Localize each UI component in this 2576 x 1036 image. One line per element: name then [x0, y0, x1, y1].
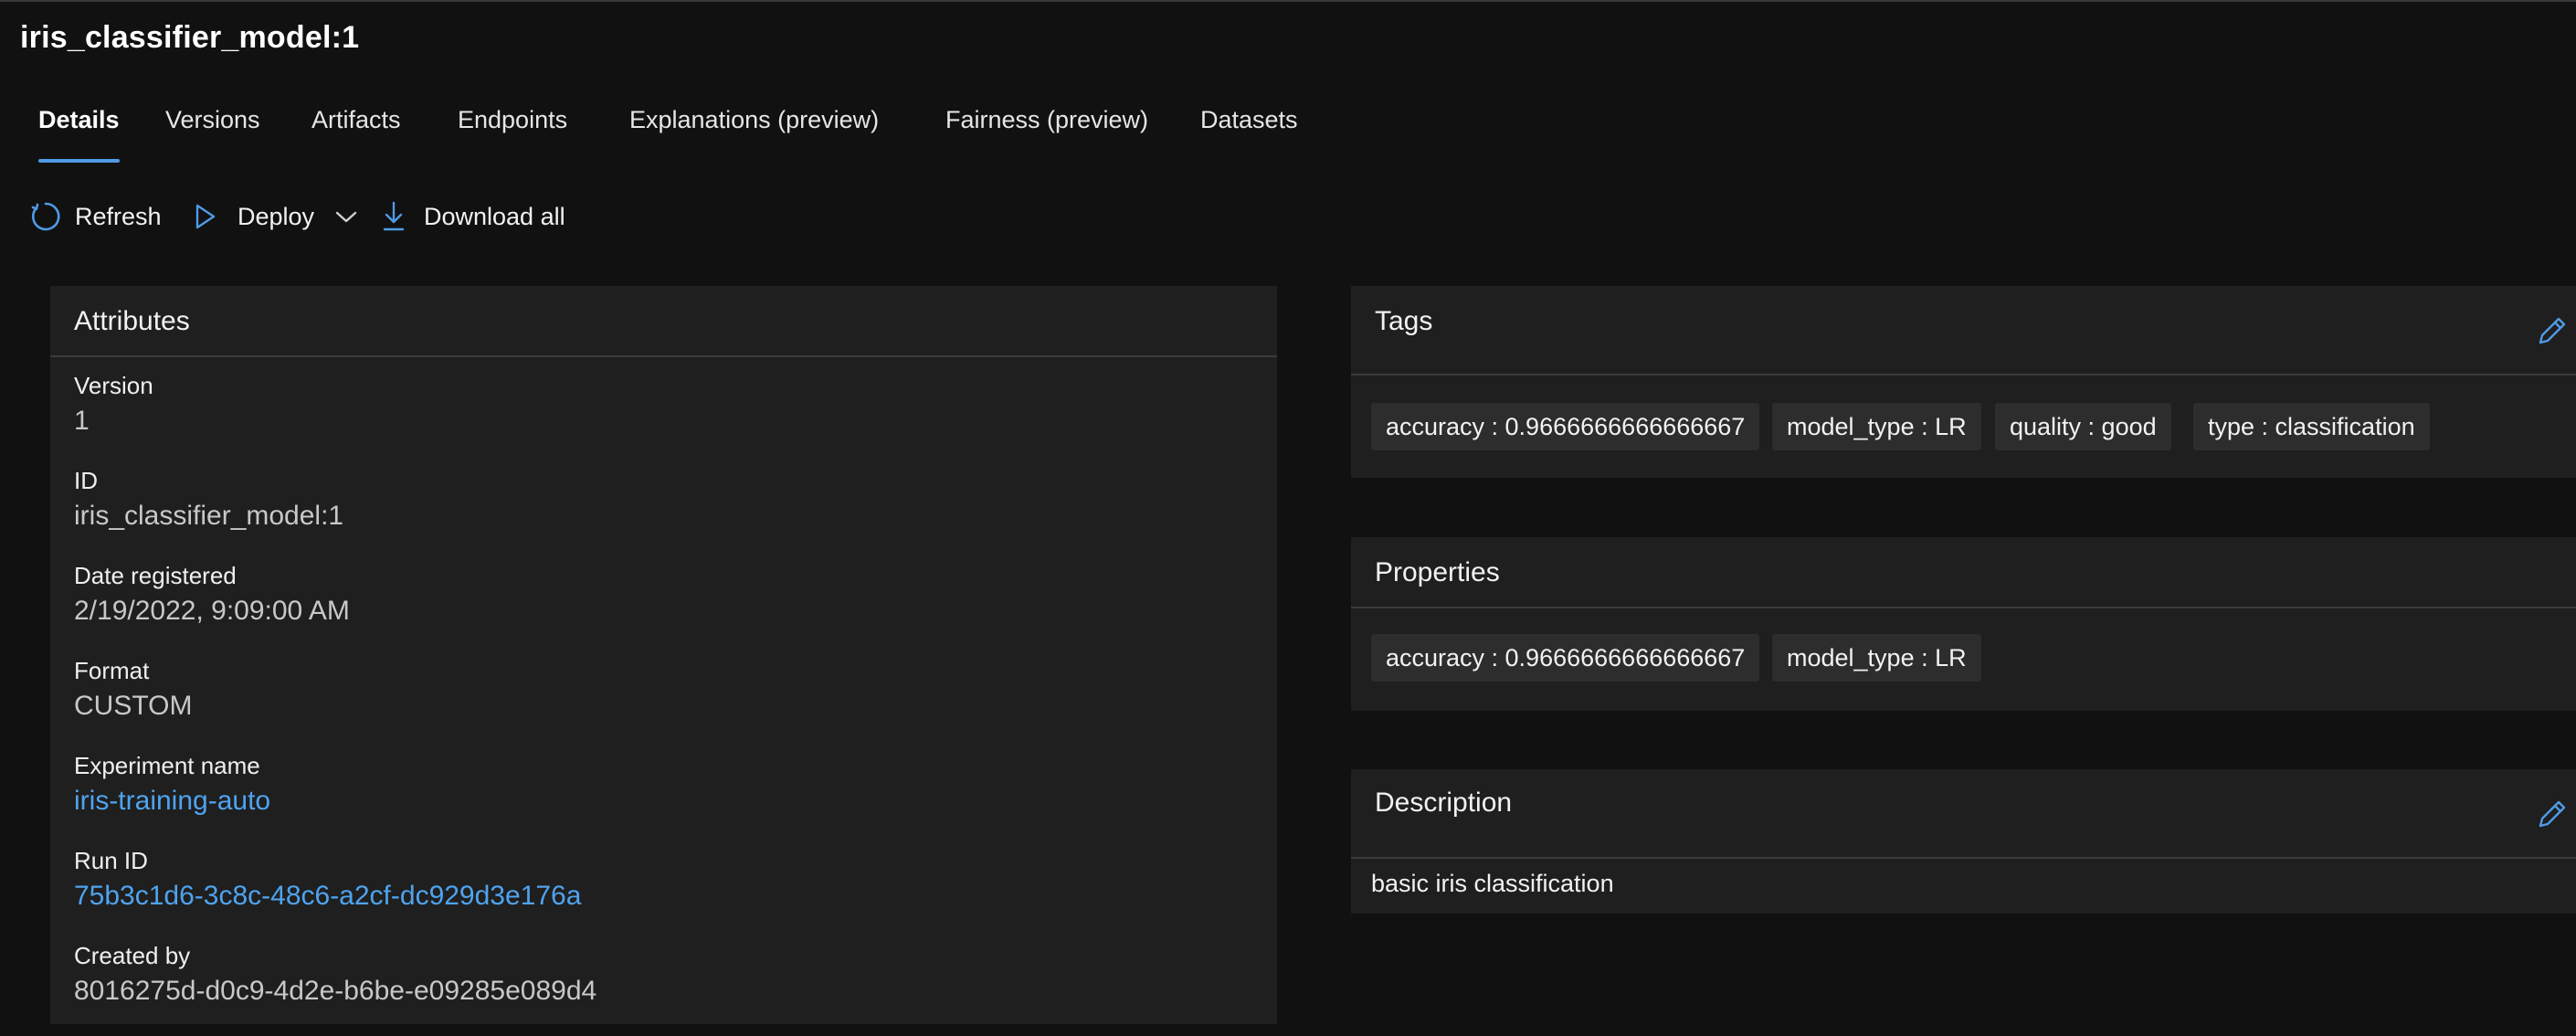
tab-fairness[interactable]: Fairness (preview): [945, 99, 1148, 163]
format-value: CUSTOM: [74, 691, 193, 721]
download-all-button[interactable]: Download all: [382, 194, 565, 239]
description-title: Description: [1375, 788, 1513, 818]
properties-title: Properties: [1375, 557, 1500, 587]
refresh-icon: [29, 200, 62, 233]
tab-datasets[interactable]: Datasets: [1200, 99, 1298, 163]
tab-artifacts[interactable]: Artifacts: [311, 99, 401, 163]
tab-fairness-label: Fairness (preview): [945, 106, 1149, 133]
created-by-value: 8016275d-d0c9-4d2e-b6be-e09285e089d4: [74, 976, 597, 1006]
tab-bar: Details Versions Artifacts Endpoints Exp…: [0, 99, 1370, 163]
description-header: Description: [1351, 769, 2576, 859]
experiment-name-link[interactable]: iris-training-auto: [74, 786, 270, 817]
tab-details-label: Details: [38, 106, 120, 133]
tab-artifacts-label: Artifacts: [311, 106, 401, 133]
date-registered-label: Date registered: [74, 562, 237, 589]
refresh-label: Refresh: [75, 202, 162, 230]
attributes-title: Attributes: [74, 306, 190, 336]
page-title: iris_classifier_model:1: [20, 20, 360, 55]
tab-active-indicator: [38, 159, 120, 163]
created-by-label: Created by: [74, 942, 191, 969]
property-chip: accuracy : 0.9666666666666667: [1371, 634, 1760, 682]
property-chip: model_type : LR: [1772, 634, 1981, 682]
tags-header: Tags: [1351, 286, 2576, 375]
format-label: Format: [74, 657, 150, 684]
id-value: iris_classifier_model:1: [74, 501, 344, 531]
play-icon: [194, 203, 217, 230]
version-value: 1: [74, 406, 90, 436]
tab-endpoints-label: Endpoints: [458, 106, 568, 133]
tags-title: Tags: [1375, 306, 1433, 336]
properties-header: Properties: [1351, 537, 2576, 608]
description-card: Description basic iris classification: [1351, 769, 2576, 914]
tag-chip: accuracy : 0.9666666666666667: [1371, 403, 1760, 450]
tag-chip: type : classification: [2193, 403, 2430, 450]
tab-versions-label: Versions: [165, 106, 260, 133]
properties-card: Properties accuracy : 0.9666666666666667…: [1351, 537, 2576, 711]
command-bar: Refresh Deploy Download all: [29, 194, 760, 239]
tags-card: Tags accuracy : 0.9666666666666667 model…: [1351, 286, 2576, 478]
tab-endpoints[interactable]: Endpoints: [458, 99, 567, 163]
edit-description-icon[interactable]: [2535, 797, 2570, 836]
chevron-down-icon[interactable]: [334, 207, 358, 226]
attributes-header: Attributes: [50, 286, 1277, 357]
experiment-name-label: Experiment name: [74, 752, 260, 779]
tab-details[interactable]: Details: [38, 99, 120, 163]
refresh-button[interactable]: Refresh: [29, 194, 162, 239]
deploy-button[interactable]: Deploy: [194, 194, 358, 239]
tab-versions[interactable]: Versions: [165, 99, 260, 163]
description-text: basic iris classification: [1371, 870, 1614, 897]
run-id-label: Run ID: [74, 847, 148, 874]
date-registered-value: 2/19/2022, 9:09:00 AM: [74, 596, 350, 626]
id-label: ID: [74, 467, 98, 494]
deploy-label: Deploy: [238, 202, 315, 230]
download-all-label: Download all: [424, 202, 565, 230]
tag-chip: model_type : LR: [1772, 403, 1981, 450]
attributes-card: Attributes Version 1 ID iris_classifier_…: [50, 286, 1277, 1024]
top-divider: [0, 0, 2576, 2]
version-label: Version: [74, 372, 153, 399]
tab-datasets-label: Datasets: [1200, 106, 1298, 133]
tab-explanations[interactable]: Explanations (preview): [629, 99, 879, 163]
run-id-link[interactable]: 75b3c1d6-3c8c-48c6-a2cf-dc929d3e176a: [74, 881, 581, 912]
tab-explanations-label: Explanations (preview): [629, 106, 880, 133]
edit-tags-icon[interactable]: [2535, 313, 2570, 353]
download-icon: [382, 200, 406, 233]
tag-chip: quality : good: [1995, 403, 2171, 450]
